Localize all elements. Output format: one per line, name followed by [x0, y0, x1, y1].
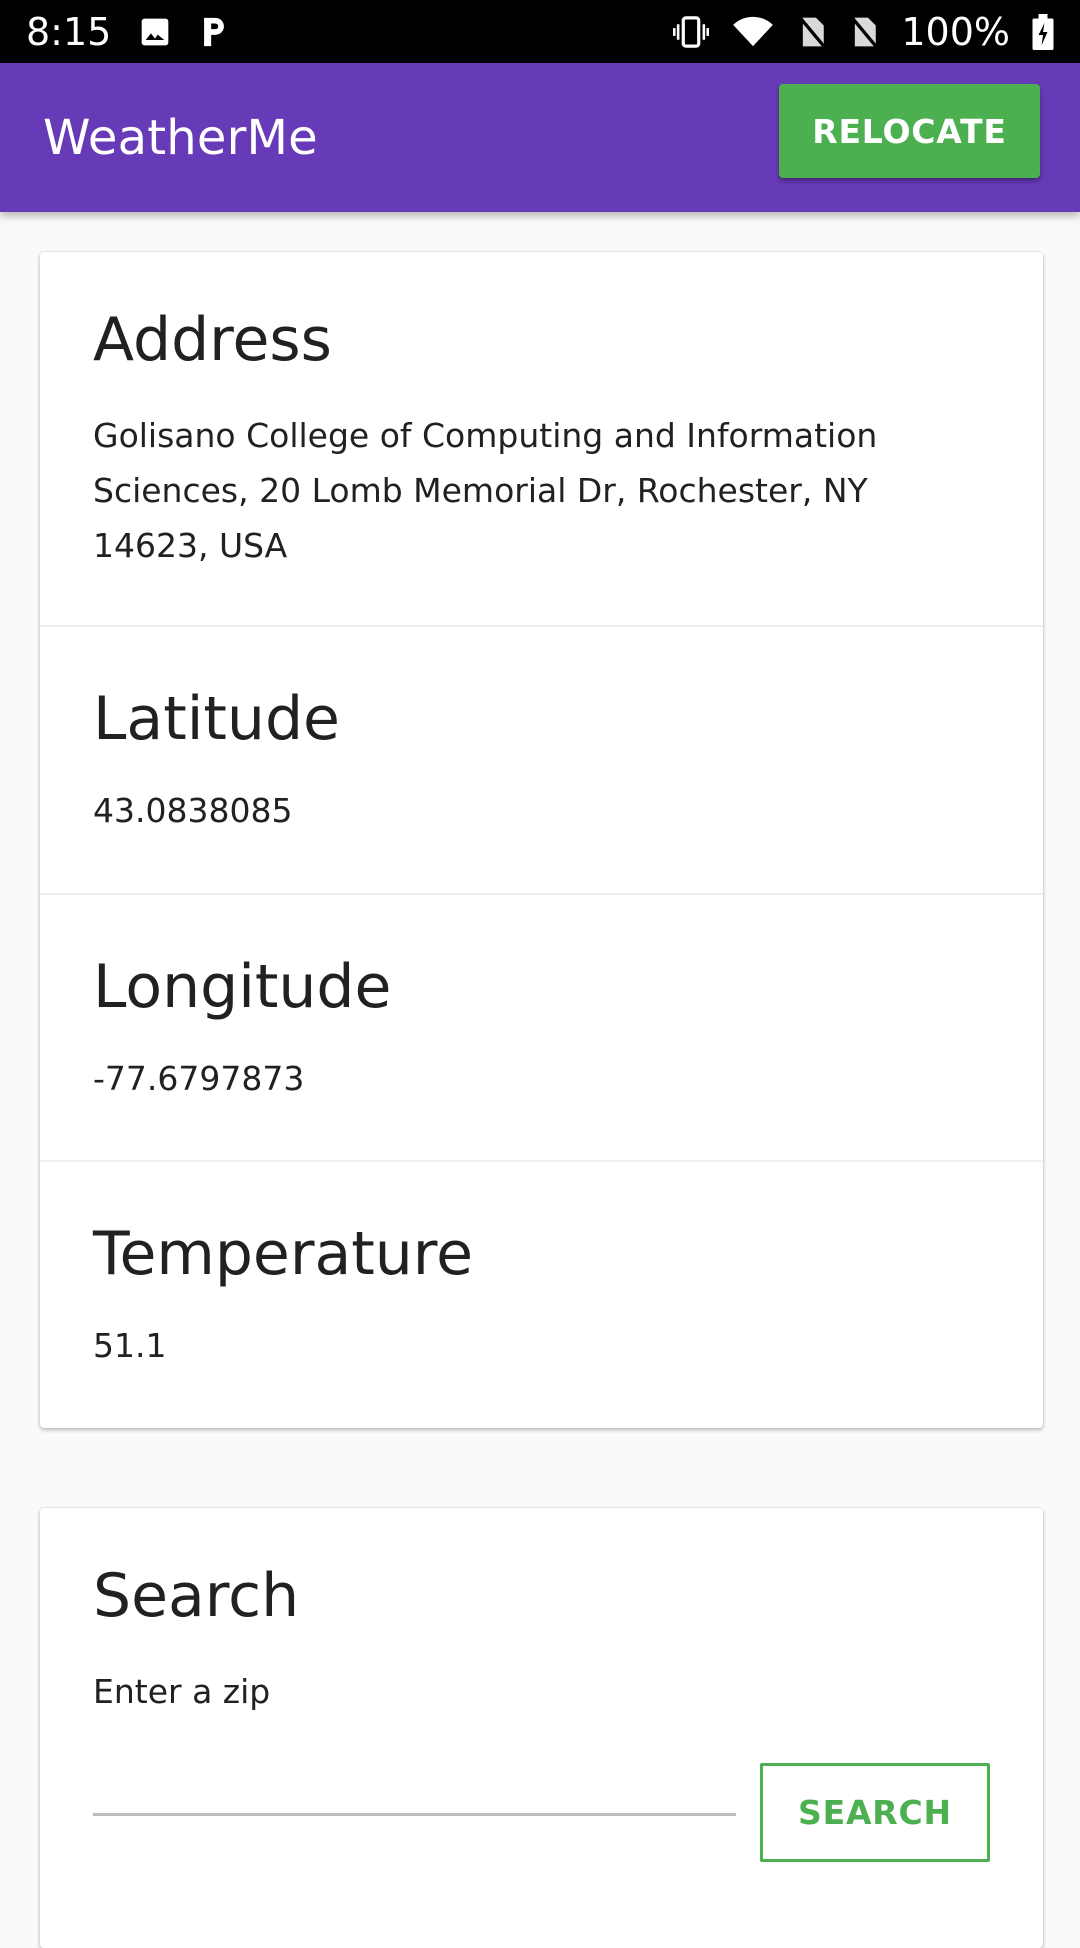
- search-prompt: Enter a zip: [93, 1672, 271, 1711]
- longitude-value: -77.6797873: [93, 1059, 305, 1098]
- vibrate-icon: [673, 15, 710, 49]
- temperature-title: Temperature: [93, 1219, 474, 1289]
- zip-input[interactable]: [93, 1756, 736, 1816]
- battery-level: 100%: [901, 9, 1010, 54]
- latitude-title: Latitude: [93, 684, 340, 754]
- temperature-value: 51.1: [93, 1326, 167, 1365]
- status-time: 8:15: [26, 9, 112, 54]
- no-sim-icon: [797, 14, 827, 49]
- no-sim-icon: [849, 14, 879, 49]
- search-card: Search Enter a zip SEARCH: [40, 1508, 1043, 1948]
- relocate-button[interactable]: RELOCATE: [779, 84, 1040, 178]
- wifi-icon: [731, 15, 775, 49]
- longitude-title: Longitude: [93, 952, 392, 1022]
- image-icon: [139, 16, 171, 48]
- latitude-card: Latitude 43.0838085: [40, 627, 1043, 895]
- temperature-card: Temperature 51.1: [40, 1162, 1043, 1428]
- search-button[interactable]: SEARCH: [760, 1763, 990, 1862]
- location-info-card: Address Golisano College of Computing an…: [40, 252, 1043, 1428]
- battery-charging-icon: [1032, 13, 1054, 50]
- address-card: Address Golisano College of Computing an…: [40, 252, 1043, 627]
- app-bar: WeatherMe RELOCATE: [0, 63, 1080, 212]
- search-title: Search: [93, 1561, 300, 1631]
- parking-icon: [199, 15, 229, 49]
- app-title: WeatherMe: [43, 109, 318, 166]
- latitude-value: 43.0838085: [93, 791, 293, 830]
- longitude-card: Longitude -77.6797873: [40, 895, 1043, 1162]
- status-bar: 8:15 100%: [0, 0, 1080, 63]
- address-title: Address: [93, 305, 332, 375]
- address-value: Golisano College of Computing and Inform…: [93, 416, 878, 565]
